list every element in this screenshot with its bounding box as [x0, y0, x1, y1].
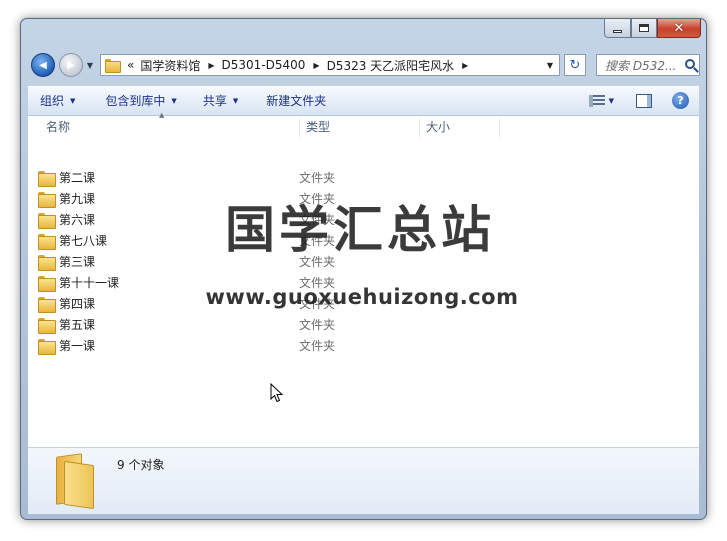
file-type: 文件夹	[299, 318, 336, 332]
folder-icon	[38, 255, 56, 271]
file-name: 第三课	[59, 255, 96, 269]
column-header-name[interactable]: 名称	[36, 116, 298, 138]
new-folder-button[interactable]: 新建文件夹	[257, 92, 335, 109]
command-bar: 组织 ▼ 包含到库中 ▼ 共享 ▼ 新建文件夹 ▼ ?	[28, 86, 699, 116]
recent-pages-button[interactable]: ▼	[85, 57, 95, 73]
folder-icon	[38, 213, 56, 229]
chevron-down-icon: ▼	[171, 96, 177, 105]
close-button[interactable]: ✕	[657, 19, 701, 38]
change-view-icon[interactable]	[588, 94, 605, 107]
forward-arrow-icon: ▶	[67, 59, 75, 71]
file-row[interactable]: 第五课 文件夹	[28, 315, 699, 336]
share-label: 共享	[202, 94, 227, 108]
search-icon	[685, 59, 695, 69]
search-input[interactable]: 搜索 D532...	[596, 54, 700, 76]
refresh-button[interactable]: ↻	[564, 54, 586, 76]
column-header-size[interactable]: 大小	[416, 116, 496, 138]
column-divider[interactable]	[499, 119, 500, 137]
file-name: 第六课	[59, 213, 96, 227]
toolbar-right-group: ▼ ?	[588, 86, 699, 115]
maximize-button[interactable]	[631, 19, 657, 38]
breadcrumb-overflow[interactable]: «	[127, 58, 134, 72]
refresh-icon: ↻	[569, 57, 581, 73]
preview-pane-icon[interactable]	[636, 93, 652, 108]
file-name: 第九课	[59, 192, 96, 206]
share-button[interactable]: 共享 ▼	[194, 92, 247, 109]
minimize-button[interactable]	[604, 19, 631, 38]
breadcrumb-item[interactable]: D5323 天乙派阳宅风水	[327, 57, 455, 74]
folder-icon	[38, 171, 56, 187]
forward-button[interactable]: ▶	[59, 53, 83, 77]
watermark-title: 国学汇总站	[225, 201, 495, 259]
back-arrow-icon: ◀	[39, 59, 47, 71]
breadcrumb-item[interactable]: 国学资料馆	[140, 57, 200, 74]
help-icon[interactable]: ?	[672, 92, 689, 109]
address-dropdown-icon[interactable]: ▼	[541, 61, 559, 70]
folder-icon	[38, 234, 56, 250]
watermark-url: www.guoxuehuizong.com	[205, 285, 519, 309]
file-name: 第四课	[59, 297, 96, 311]
navigation-row: ◀ ▶ ▼ « 国学资料馆 ▶ D5301-D5400 ▶ D5323 天乙派阳…	[29, 51, 700, 79]
breadcrumb-arrow-icon[interactable]: ▶	[313, 61, 319, 70]
file-name: 第五课	[59, 318, 96, 332]
column-header-row: ▲ 名称 类型 大小	[28, 111, 699, 138]
maximize-icon	[639, 24, 649, 32]
close-icon: ✕	[673, 20, 685, 36]
chevron-down-icon[interactable]: ▼	[609, 97, 614, 105]
file-name: 第十十一课	[59, 276, 120, 290]
new-folder-label: 新建文件夹	[266, 94, 327, 108]
folder-icon	[38, 318, 56, 334]
file-type: 文件夹	[299, 171, 336, 185]
folder-icon	[105, 59, 121, 73]
search-placeholder: 搜索 D532...	[605, 58, 677, 73]
chevron-down-icon: ▼	[86, 60, 94, 70]
file-row[interactable]: 第二课 文件夹	[28, 168, 699, 189]
folder-icon	[38, 276, 56, 292]
folder-icon	[38, 192, 56, 208]
breadcrumb-item[interactable]: D5301-D5400	[222, 58, 306, 72]
explorer-window: ✕ ◀ ▶ ▼ « 国学资料馆 ▶ D5301-D5400 ▶ D5323 天乙…	[20, 18, 707, 520]
file-name: 第七八课	[59, 234, 108, 248]
caption-buttons: ✕	[604, 19, 701, 39]
mouse-cursor-icon	[270, 383, 284, 403]
file-row[interactable]: 第一课 文件夹	[28, 336, 699, 357]
back-button[interactable]: ◀	[31, 53, 55, 77]
include-in-library-label: 包含到库中	[105, 94, 166, 108]
include-in-library-button[interactable]: 包含到库中 ▼	[96, 92, 185, 109]
column-header-type[interactable]: 类型	[296, 116, 416, 138]
folder-icon	[38, 339, 56, 355]
file-list: ▲ 名称 类型 大小 第二课 文件夹 第九课 文件夹 第六课 文件夹 第七八课 …	[28, 111, 699, 447]
file-name: 第一课	[59, 339, 96, 353]
minimize-icon	[613, 29, 622, 33]
file-type: 文件夹	[299, 339, 336, 353]
breadcrumb-arrow-icon[interactable]: ▶	[462, 61, 468, 70]
chevron-down-icon: ▼	[232, 96, 239, 105]
item-count: 9 个对象	[117, 458, 165, 472]
organize-label: 组织	[40, 94, 65, 108]
address-bar[interactable]: « 国学资料馆 ▶ D5301-D5400 ▶ D5323 天乙派阳宅风水 ▶ …	[100, 54, 560, 76]
chevron-down-icon: ▼	[70, 96, 76, 105]
folder-icon	[50, 453, 100, 510]
folder-icon	[38, 297, 56, 313]
file-name: 第二课	[59, 171, 96, 185]
organize-button[interactable]: 组织 ▼	[28, 92, 84, 109]
breadcrumb-arrow-icon[interactable]: ▶	[208, 61, 214, 70]
details-pane: 9 个对象	[28, 447, 699, 514]
